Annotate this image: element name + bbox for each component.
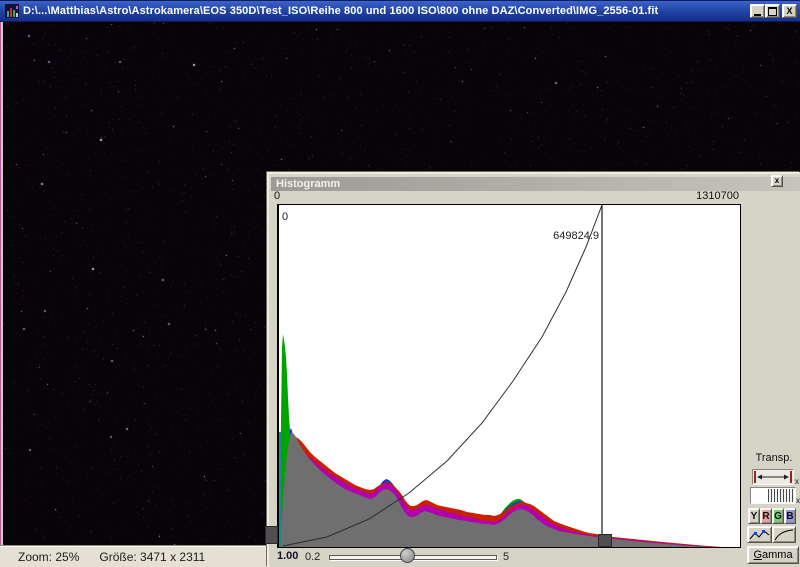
window-titlebar[interactable]: D:\...\Matthias\Astro\Astrokamera\EOS 35…: [0, 0, 800, 22]
gamma-slider-thumb[interactable]: [400, 548, 415, 563]
gamma-button-label: Gamma: [753, 549, 792, 561]
dialog-close-icon: x: [775, 177, 779, 185]
black-point-handle[interactable]: [265, 526, 278, 544]
curve-points-icon: [749, 528, 770, 541]
transparency-range-control[interactable]: [752, 469, 794, 485]
plot-origin-label: 0: [282, 211, 288, 223]
smooth-curve-mode-button[interactable]: [772, 526, 796, 543]
transparency-label: Transp.: [750, 452, 798, 464]
statusbar-zoom: Zoom: 25%: [18, 550, 79, 564]
maximize-button[interactable]: [765, 4, 780, 18]
dialog-title: Histogramm: [276, 178, 340, 190]
stripes-x-subscript: x: [796, 496, 800, 505]
axis-max-label: 1310700: [696, 190, 739, 202]
series-cyan-edge: [279, 432, 281, 547]
marker-value-label: 649824.9: [519, 230, 599, 242]
stretch-display-control[interactable]: [750, 487, 796, 504]
minimize-button[interactable]: [750, 4, 765, 18]
gamma-value: 1.00: [277, 550, 298, 562]
dialog-titlebar[interactable]: Histogramm: [271, 177, 800, 191]
application-window: D:\...\Matthias\Astro\Astrokamera\EOS 35…: [0, 0, 800, 567]
channel-g-label: G: [774, 511, 782, 522]
channel-button-g[interactable]: G: [772, 508, 784, 524]
gamma-button[interactable]: Gamma: [747, 546, 799, 564]
smooth-curve-icon: [774, 528, 794, 541]
minimize-icon: [754, 14, 761, 16]
statusbar-size: Größe: 3471 x 2311: [99, 550, 205, 564]
histogram-dialog: Histogramm x 0 1310700 0 649824.9 1.00 0…: [267, 172, 800, 567]
window-title: D:\...\Matthias\Astro\Astrokamera\EOS 35…: [23, 5, 800, 17]
image-left-edge-line: [1, 22, 3, 545]
channel-r-label: R: [762, 511, 769, 522]
channel-y-label: Y: [751, 511, 758, 522]
channel-b-label: B: [786, 511, 793, 522]
histogram-svg: [279, 205, 740, 547]
gamma-slider-min-label: 0.2: [305, 551, 320, 563]
curve-points-mode-button[interactable]: [747, 526, 772, 543]
gamma-slider-max-label: 5: [503, 551, 509, 563]
stripes-icon: [768, 489, 794, 502]
close-button[interactable]: X: [782, 4, 797, 18]
histogram-plot[interactable]: [277, 204, 741, 548]
channel-button-b[interactable]: B: [784, 508, 796, 524]
axis-min-label: 0: [274, 190, 280, 202]
range-markers-icon: [753, 470, 793, 484]
dialog-close-button[interactable]: x: [771, 175, 783, 187]
maximize-icon: [768, 7, 777, 16]
channel-button-r[interactable]: R: [760, 508, 772, 524]
close-icon: X: [786, 7, 792, 16]
channel-button-y[interactable]: Y: [748, 508, 760, 524]
app-icon: [5, 4, 19, 18]
white-point-handle[interactable]: [598, 534, 612, 547]
range-x-subscript: x: [795, 477, 799, 486]
